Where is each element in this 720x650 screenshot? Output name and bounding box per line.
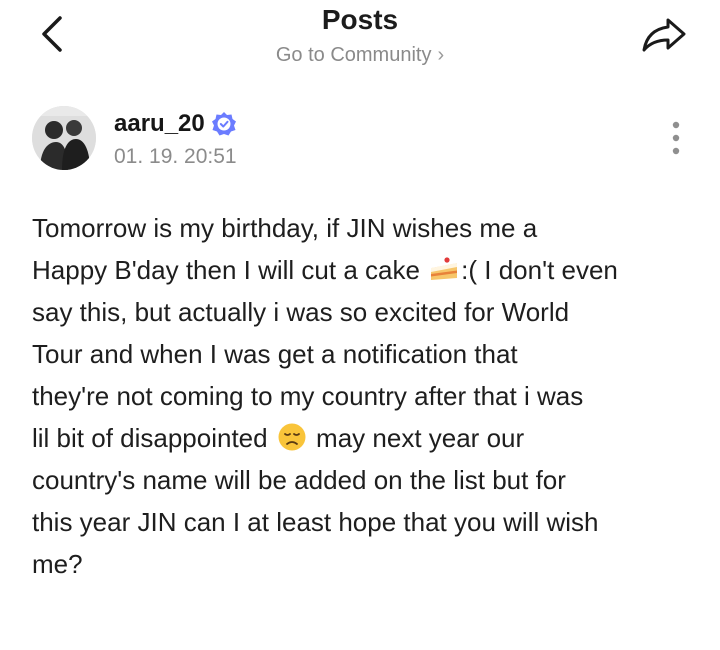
post-timestamp: 01. 19. 20:51 (114, 145, 237, 168)
verified-badge-icon (211, 112, 236, 136)
more-options-button[interactable] (664, 118, 688, 158)
post-body: Tomorrow is my birthday, if JIN wishes m… (32, 207, 696, 585)
page-title: Posts (321, 4, 399, 35)
share-arrow-icon (642, 18, 686, 52)
header-title-block: Posts Go to Community › (0, 2, 720, 68)
avatar[interactable] (32, 106, 96, 170)
share-button[interactable] (640, 12, 688, 56)
author-name-wrap: aaru_20 (114, 108, 237, 140)
go-to-community-link[interactable]: Go to Community › (276, 42, 444, 68)
disappointed-face-emoji (278, 423, 306, 451)
community-link-label: Go to Community (275, 44, 432, 66)
avatar-photo-icon (32, 106, 96, 170)
more-vertical-icon (672, 121, 680, 155)
app-header: Posts Go to Community › (0, 0, 720, 90)
author-name[interactable]: aaru_20 (114, 108, 205, 140)
chevron-right-icon: › (437, 44, 445, 66)
post-author-row: aaru_20 01. 19. 20:51 (32, 106, 688, 176)
cake-slice-emoji (431, 257, 458, 280)
